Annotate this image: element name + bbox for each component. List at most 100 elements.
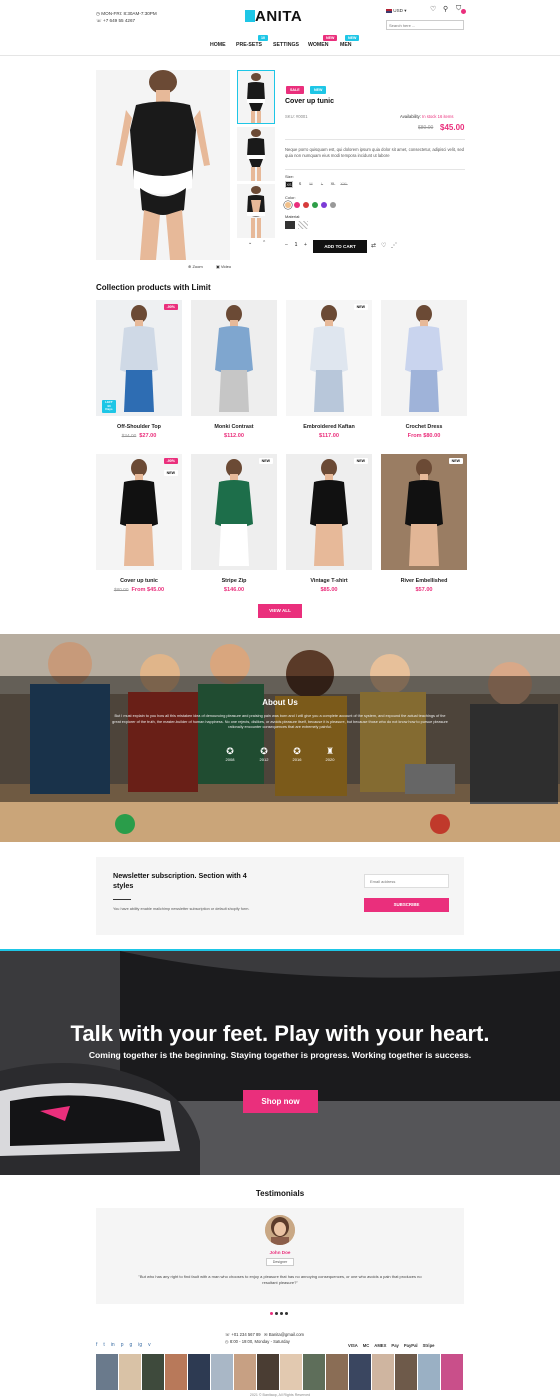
product-thumbnail-3[interactable]	[237, 184, 275, 238]
instagram-image[interactable]	[303, 1354, 326, 1390]
product-card[interactable]: River Embellished $57.00 NEW	[381, 454, 467, 600]
instagram-image[interactable]	[257, 1354, 280, 1390]
nav-women-badge: NEW	[323, 35, 338, 41]
currency-selector[interactable]: USD ▾	[386, 8, 407, 14]
instagram-image[interactable]	[441, 1354, 464, 1390]
size-option-xs[interactable]: XS	[285, 181, 293, 188]
product-card-name[interactable]: Embroidered Kaftan	[286, 424, 372, 430]
view-all-button[interactable]: VIEW ALL	[258, 604, 302, 618]
size-option-m[interactable]: M	[307, 181, 315, 188]
instagram-image[interactable]	[326, 1354, 349, 1390]
quantity-field[interactable]	[290, 240, 302, 250]
product-card[interactable]: Cover up tunic $80.00 From $45.00 -90% NEW	[96, 454, 182, 600]
instagram-image[interactable]	[96, 1354, 119, 1390]
product-card[interactable]: Crochet Dress From $80.00	[381, 300, 467, 446]
nav-men[interactable]: MEN	[340, 42, 352, 48]
product-card-price: $57.00	[415, 587, 433, 593]
compare-icon[interactable]: ⇄	[371, 242, 376, 249]
product-card-name[interactable]: Crochet Dress	[381, 424, 467, 430]
product-card[interactable]: Off-Shoulder Top $34.00 $27.00 -90% LEFT 90…	[96, 300, 182, 446]
social-f-icon[interactable]: f	[96, 1342, 97, 1348]
video-control[interactable]: ▣ Video	[216, 264, 231, 269]
share-icon[interactable]: ⋰	[391, 242, 397, 249]
product-card-image[interactable]	[96, 300, 182, 416]
color-swatch[interactable]	[321, 202, 327, 208]
product-card-name[interactable]: Stripe Zip	[191, 578, 277, 584]
product-card[interactable]: Vintage T-shirt $85.00 NEW	[286, 454, 372, 600]
payment-stripe-icon: Stripe	[422, 1343, 435, 1348]
product-thumbnail-1[interactable]	[237, 70, 275, 124]
social-g-icon[interactable]: g	[129, 1342, 132, 1348]
instagram-image[interactable]	[119, 1354, 142, 1390]
instagram-image[interactable]	[395, 1354, 418, 1390]
product-card[interactable]: Stripe Zip $146.00 NEW	[191, 454, 277, 600]
newsletter-section: Newsletter subscription. Section with 4 …	[96, 857, 464, 935]
pagination-dot[interactable]	[285, 1312, 288, 1315]
shop-now-button[interactable]: Shop now	[243, 1090, 318, 1113]
zoom-control[interactable]: ⊕ Zoom	[188, 264, 203, 269]
product-availability: Availability: In stock 16 items	[400, 114, 454, 119]
product-card-name[interactable]: Monki Contrast	[191, 424, 277, 430]
instagram-image[interactable]	[280, 1354, 303, 1390]
qty-minus-button[interactable]: –	[285, 242, 288, 248]
pagination-dot[interactable]	[275, 1312, 278, 1315]
social-p-icon[interactable]: p	[121, 1342, 124, 1348]
instagram-image[interactable]	[165, 1354, 188, 1390]
wishlist-icon[interactable]: ♡	[430, 5, 436, 13]
add-to-cart-button[interactable]: ADD TO CART	[313, 240, 367, 253]
social-ig-icon[interactable]: ig	[138, 1342, 142, 1348]
pagination-dot[interactable]	[270, 1312, 273, 1315]
instagram-image[interactable]	[418, 1354, 441, 1390]
material-option-2[interactable]	[298, 221, 308, 229]
product-card-name[interactable]: Off-Shoulder Top	[96, 424, 182, 430]
product-card-image[interactable]	[191, 300, 277, 416]
color-swatch[interactable]	[312, 202, 318, 208]
wishlist-add-icon[interactable]: ♡	[381, 242, 386, 249]
product-card-image[interactable]	[286, 300, 372, 416]
size-option-xl[interactable]: XL	[329, 181, 337, 188]
social-v-icon[interactable]: v	[148, 1342, 151, 1348]
product-card-image[interactable]	[191, 454, 277, 570]
instagram-image[interactable]	[349, 1354, 372, 1390]
social-t-icon[interactable]: t	[103, 1342, 104, 1348]
color-swatch[interactable]	[330, 202, 336, 208]
thumbnail-next-icon[interactable]: ⌃	[262, 240, 266, 246]
account-icon[interactable]: ⚲	[443, 5, 448, 13]
subscribe-button[interactable]: SUBSCRIBE	[364, 898, 449, 912]
color-swatch[interactable]	[303, 202, 309, 208]
product-card-price: $117.00	[319, 433, 339, 439]
product-card-image[interactable]	[286, 454, 372, 570]
search-input[interactable]	[386, 20, 464, 30]
qty-plus-button[interactable]: +	[304, 242, 307, 248]
color-swatch[interactable]	[285, 202, 291, 208]
award-icon: ✪	[226, 746, 234, 756]
thumbnail-prev-icon[interactable]: ⌄	[248, 240, 252, 246]
instagram-image[interactable]	[372, 1354, 395, 1390]
product-card-name[interactable]: Vintage T-shirt	[286, 578, 372, 584]
instagram-image[interactable]	[234, 1354, 257, 1390]
logo[interactable]: ANITA	[245, 8, 317, 25]
material-option-1[interactable]	[285, 221, 295, 229]
size-option-l[interactable]: L	[318, 181, 326, 188]
product-card-name[interactable]: Cover up tunic	[96, 578, 182, 584]
product-card[interactable]: Monki Contrast $112.00	[191, 300, 277, 446]
product-thumbnail-2[interactable]	[237, 127, 275, 181]
instagram-image[interactable]	[142, 1354, 165, 1390]
product-card-image[interactable]	[381, 300, 467, 416]
product-card[interactable]: Embroidered Kaftan $117.00 NEW	[286, 300, 372, 446]
instagram-image[interactable]	[188, 1354, 211, 1390]
email-field[interactable]	[364, 874, 449, 888]
color-swatch[interactable]	[294, 202, 300, 208]
instagram-image[interactable]	[211, 1354, 234, 1390]
nav-pre-sets[interactable]: PRE-SETS	[236, 42, 262, 48]
nav-women[interactable]: WOMEN	[308, 42, 328, 48]
size-option-xxl[interactable]: XXL	[340, 181, 348, 188]
social-in-icon[interactable]: in	[111, 1342, 115, 1348]
pagination-dot[interactable]	[280, 1312, 283, 1315]
product-card-name[interactable]: River Embellished	[381, 578, 467, 584]
nav-home[interactable]: HOME	[210, 42, 226, 48]
size-option-s[interactable]: S	[296, 181, 304, 188]
nav-settings[interactable]: SETTINGS	[273, 42, 299, 48]
product-main-image[interactable]	[96, 70, 230, 260]
product-card-image[interactable]	[381, 454, 467, 570]
